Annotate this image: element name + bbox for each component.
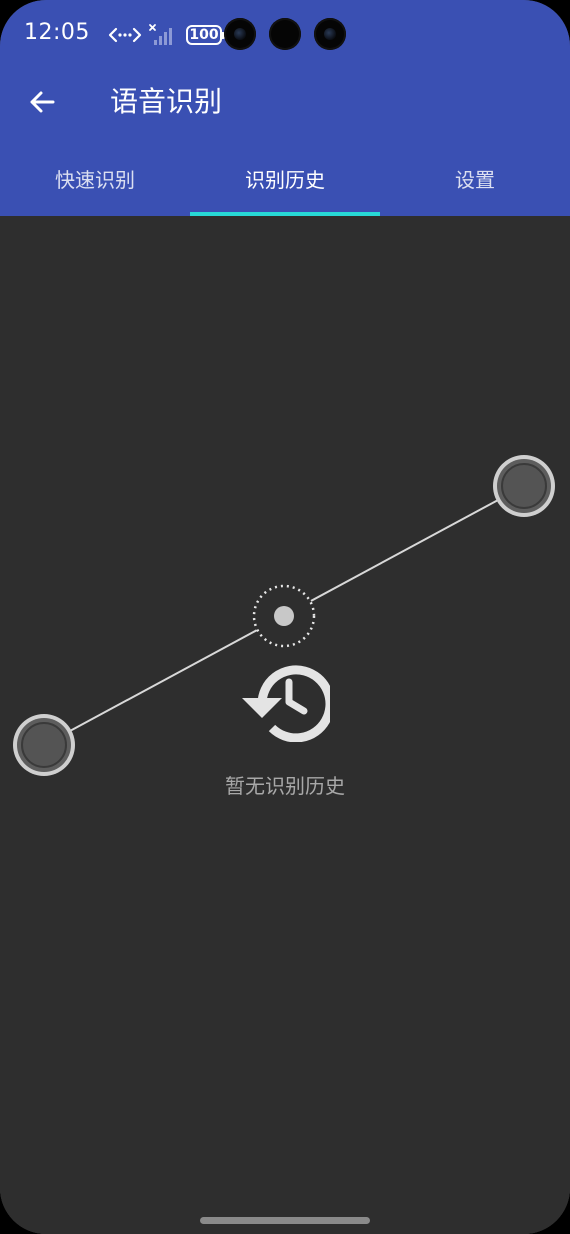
home-indicator[interactable]	[200, 1217, 370, 1224]
touch-point-end	[493, 455, 555, 517]
gesture-center-marker	[252, 584, 316, 648]
history-icon	[242, 665, 330, 742]
touch-point-start	[13, 714, 75, 776]
empty-state-message: 暂无识别历史	[225, 774, 345, 798]
phone-screen: 12:05 100 语音识别 快速识别 识别历史 设置 暂无识别历史	[0, 0, 570, 1234]
gesture-overlay	[13, 455, 555, 776]
